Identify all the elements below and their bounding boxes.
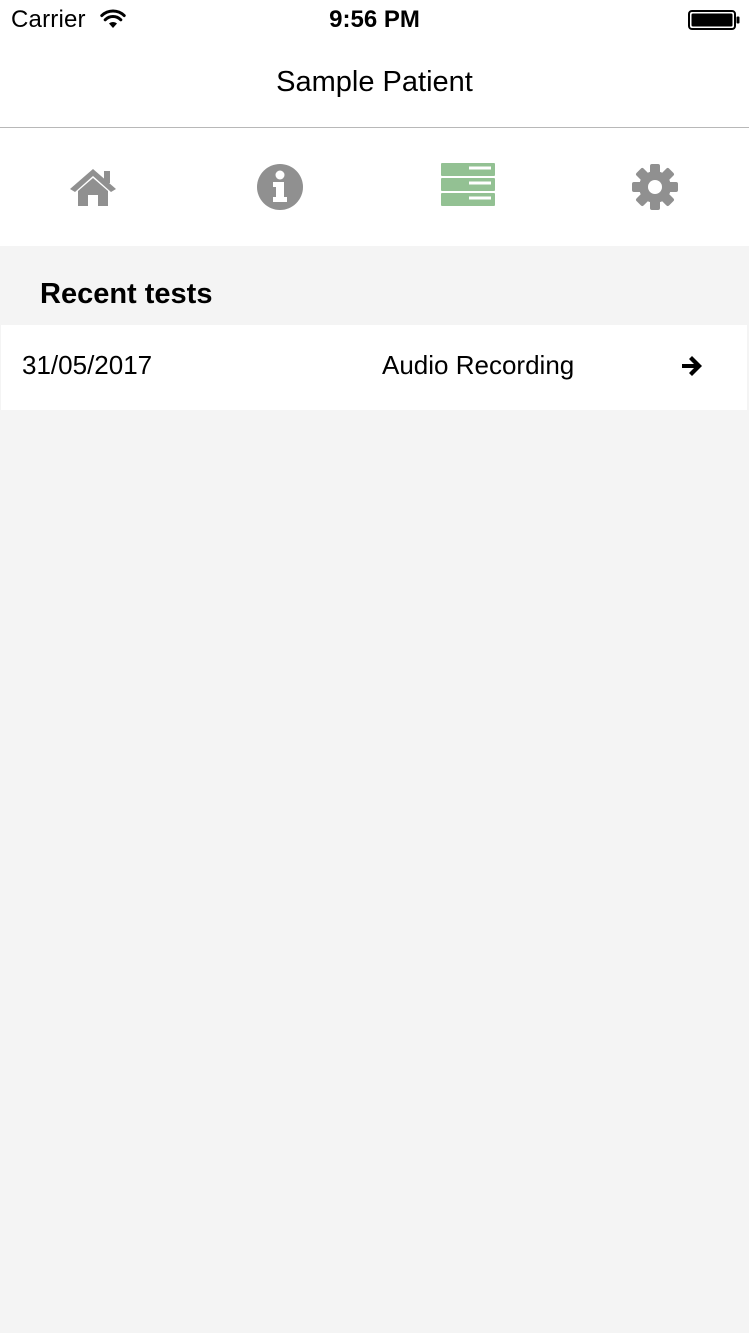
status-time: 9:56 PM [329,6,420,33]
tab-home[interactable] [0,128,187,246]
info-icon [257,164,303,210]
home-icon [70,169,116,206]
recent-tests-list: 31/05/2017 Audio Recording [1,325,747,410]
nav-bar: Sample Patient [0,40,749,128]
page-title: Sample Patient [276,66,473,98]
test-type: Audio Recording [382,350,575,380]
gear-icon [632,164,678,210]
battery-full-icon [688,10,740,30]
section-title-recent-tests: Recent tests [40,278,213,310]
list-item[interactable]: 31/05/2017 Audio Recording [1,325,747,410]
tab-tests[interactable] [374,128,561,246]
tab-bar [0,128,749,246]
arrow-right-icon[interactable] [680,354,705,378]
list-icon [441,163,495,206]
status-bar: Carrier 9:56 PM [0,0,749,40]
tab-settings[interactable] [561,128,748,246]
tab-info[interactable] [187,128,374,246]
test-date: 31/05/2017 [22,350,153,380]
